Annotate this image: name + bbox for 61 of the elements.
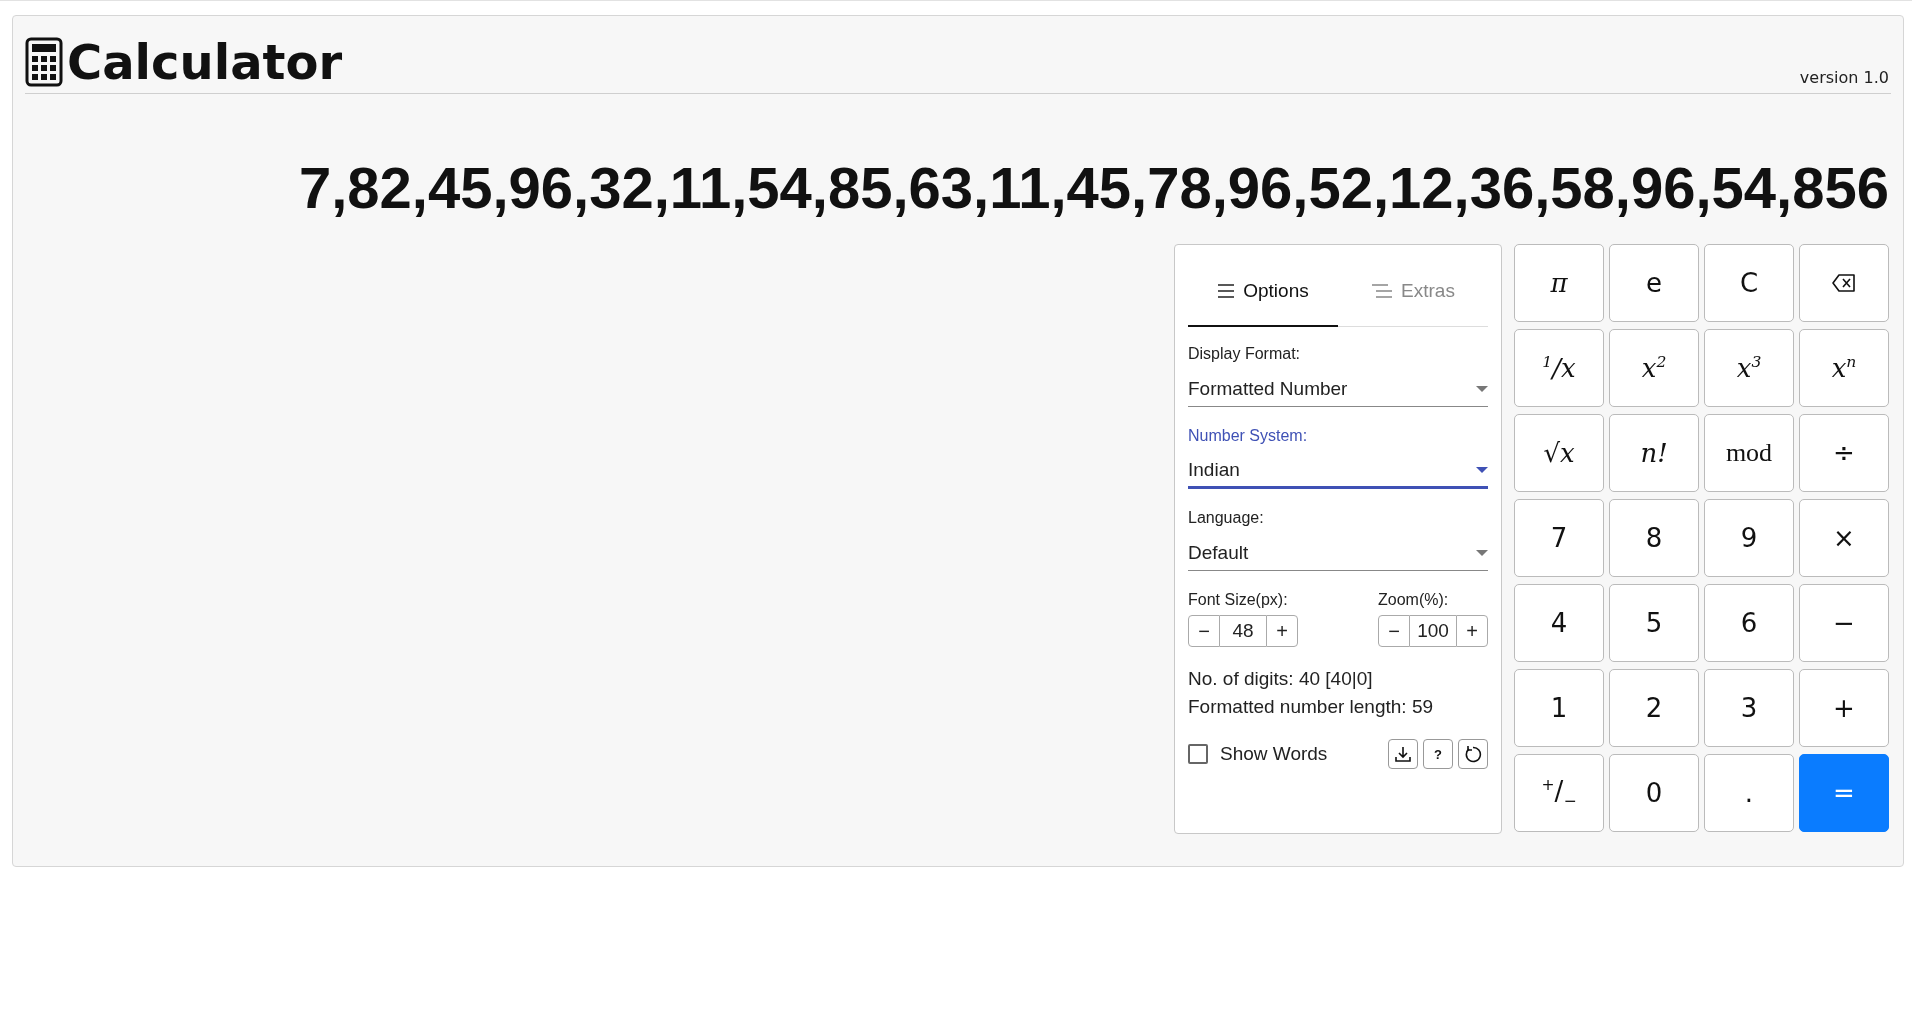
download-icon [1394,745,1412,764]
keypad-button[interactable]: x$^{2}$ [1609,329,1699,408]
keypad-button[interactable]: 4 [1514,584,1604,663]
caret-icon [1476,549,1488,556]
keypad-button[interactable]: e [1609,244,1699,323]
dropdown[interactable]: Default [1188,535,1488,572]
result-display: 7,82,45,96,32,11,54,85,63,11,45,78,96,52,12,36,58,96,54,856 [297,153,1889,222]
keypad-button[interactable]: 9 [1704,499,1794,578]
version-label: version 1.0 [1799,67,1889,87]
keypad-button[interactable]: x$^{3}$ [1704,329,1794,408]
stat-text: No. of digits: 40 [40|0] [1188,667,1374,692]
keypad-button[interactable]: 1 [1514,669,1604,748]
caret-icon [1476,385,1488,392]
menu-icon [1217,284,1236,299]
keypad-button[interactable]: 5 [1609,584,1699,663]
field-label: Display Format: [1188,345,1302,364]
keypad-button[interactable] [1799,244,1889,323]
keypad-button[interactable]: . [1704,754,1794,833]
keypad-button[interactable]: π [1514,244,1604,323]
keypad-button[interactable]: + [1799,669,1889,748]
equals-button[interactable]: = [1799,754,1889,833]
app-title: Calculator [67,36,343,89]
keypad-button[interactable]: x$^{n}$ [1799,329,1889,408]
dropdown[interactable]: Formatted Number [1188,371,1488,408]
tab[interactable]: Extras [1338,257,1488,328]
field-label: Zoom(%): [1378,591,1450,610]
field-label: Number System: [1188,427,1309,446]
field-label: Font Size(px): [1188,591,1289,610]
download-button[interactable] [1388,739,1418,770]
lines-icon [1371,284,1394,299]
stat-text: Formatted number length: 59 [1188,695,1435,720]
field-label: Language: [1188,509,1265,528]
keypad-button[interactable]: 8 [1609,499,1699,578]
decrement-button[interactable]: − [1188,615,1220,648]
keypad-button[interactable]: mod [1704,414,1794,493]
keypad-button[interactable]: − [1799,584,1889,663]
help-button[interactable]: ? [1423,739,1453,770]
calculator-icon [25,37,63,88]
reset-button[interactable] [1458,739,1488,770]
caret-icon [1476,466,1488,473]
keypad-button[interactable]: 6 [1704,584,1794,663]
keypad-button[interactable]: $^{1}$/x [1514,329,1604,408]
keypad-button[interactable]: C [1704,244,1794,323]
keypad-button[interactable]: × [1799,499,1889,578]
checkbox[interactable] [1188,744,1208,765]
keypad-button[interactable]: 2 [1609,669,1699,748]
keypad-button[interactable]: 0 [1609,754,1699,833]
increment-button[interactable]: + [1456,615,1488,648]
reset-icon [1464,745,1482,764]
checkbox-label: Show Words [1220,743,1328,766]
keypad-button[interactable]: n! [1609,414,1699,493]
keypad-button[interactable]: ÷ [1799,414,1889,493]
keypad-button[interactable]: $^{+}$/$_{−}$ [1514,754,1604,833]
keypad-button[interactable]: 7 [1514,499,1604,578]
keypad-button[interactable]: 3 [1704,669,1794,748]
keypad-button[interactable]: √x [1514,414,1604,493]
dropdown[interactable]: Indian [1188,453,1488,490]
decrement-button[interactable]: − [1378,615,1410,648]
increment-button[interactable]: + [1266,615,1298,648]
backspace-icon [1832,274,1856,293]
tab[interactable]: Options [1188,257,1338,328]
